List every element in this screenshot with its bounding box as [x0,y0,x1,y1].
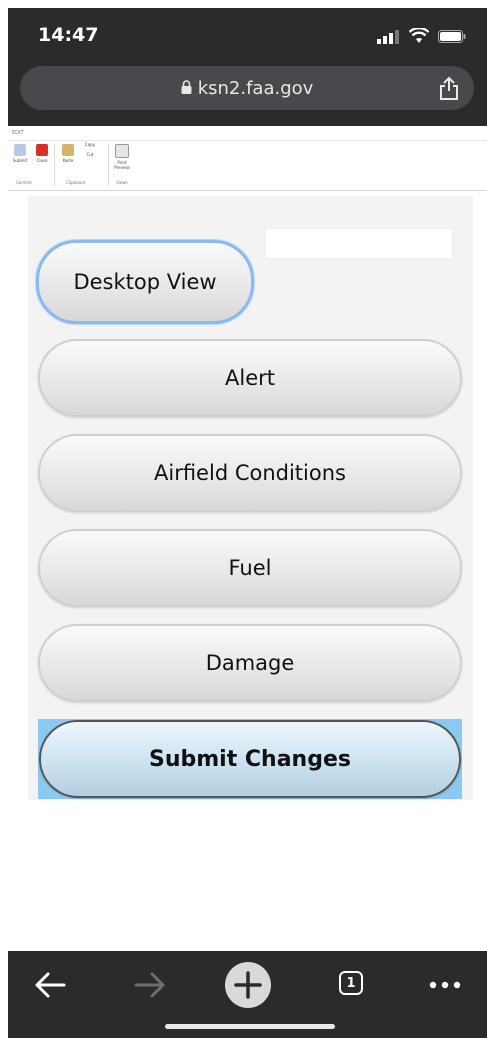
url-text: ksn2.faa.gov [197,78,314,99]
new-tab-plus-icon[interactable] [224,961,272,1009]
ribbon-print-preview-label: Print Preview [114,160,130,170]
browser-top-bar: 14:47 ksn2.faa.gov [8,8,487,126]
url-display[interactable]: ksn2.faa.gov [20,78,474,99]
alert-button[interactable]: Alert [38,339,462,417]
battery-icon [438,30,466,43]
ribbon-separator [54,144,55,186]
tab-count: 1 [346,975,356,991]
tabs-button[interactable]: 1 [339,971,367,999]
cellular-signal-icon [377,30,399,44]
ribbon-toolbar: EDIT Submit Close Paste Copy Cut Print P… [8,126,487,191]
browser-bottom-toolbar: 1 [8,951,487,1038]
ribbon-tab-edit[interactable]: EDIT [12,130,24,136]
status-time: 14:47 [38,24,99,46]
ribbon-separator [108,144,109,186]
ribbon-group-clipboard: Clipboard [66,180,86,185]
ribbon-paste-label: Paste [62,158,74,163]
print-preview-icon [115,144,129,158]
submit-icon [14,144,26,156]
more-menu-icon[interactable] [425,965,465,1005]
ribbon-copy-label: Copy [84,142,96,147]
home-indicator[interactable] [165,1024,335,1029]
ribbon-close-label: Close [36,158,48,163]
damage-button[interactable]: Damage [38,624,462,702]
wifi-icon [409,28,429,43]
share-icon[interactable] [438,76,460,100]
ribbon-copy-button[interactable]: Copy [78,142,102,147]
ribbon-divider [8,140,487,141]
tabs-icon: 1 [339,971,363,995]
ribbon-cut-button[interactable]: Cut [78,152,102,157]
close-icon [36,144,48,156]
address-bar[interactable]: ksn2.faa.gov [20,66,474,110]
airfield-conditions-button[interactable]: Airfield Conditions [38,434,462,512]
ribbon-close-button[interactable]: Close [30,144,54,163]
ribbon-group-views: Views [116,180,128,185]
back-arrow-icon[interactable] [32,965,68,1005]
fuel-button[interactable]: Fuel [38,529,462,607]
ribbon-print-preview-button[interactable]: Print Preview [110,144,134,170]
text-input[interactable] [265,228,453,259]
ribbon-cut-label: Cut [86,152,94,157]
ribbon-submit-label: Submit [12,158,28,163]
paste-icon [62,144,74,156]
submit-changes-button[interactable]: Submit Changes [39,720,461,798]
desktop-view-button[interactable]: Desktop View [36,240,254,324]
status-bar: 14:47 [8,8,487,58]
ribbon-group-commit: Commit [16,180,32,185]
lock-icon [181,78,192,99]
ribbon-submit-button[interactable]: Submit [8,144,32,163]
ribbon-paste-button[interactable]: Paste [56,144,80,163]
forward-arrow-icon[interactable] [132,965,168,1005]
